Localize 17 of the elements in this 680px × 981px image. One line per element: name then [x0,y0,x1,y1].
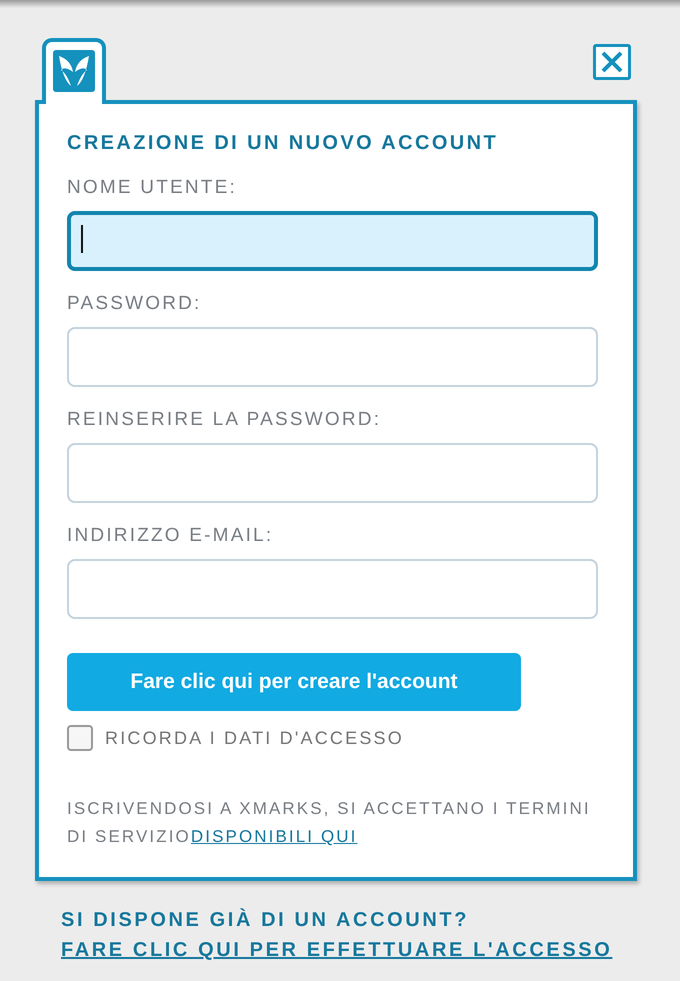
login-link[interactable]: FARE CLIC QUI PER EFFETTUARE L'ACCESSO [61,939,612,961]
terms-link[interactable]: DISPONIBILI QUI [190,827,358,846]
remember-checkbox[interactable] [67,725,93,751]
input-field[interactable] [67,211,598,271]
butterfly-logo-icon [53,50,95,92]
close-button[interactable] [593,44,631,80]
dialog-title: CREAZIONE DI UN NUOVO ACCOUNT [67,132,500,155]
field-label: PASSWORD: [67,293,203,315]
close-icon [600,51,624,73]
field-label: REINSERIRE LA PASSWORD: [67,409,382,431]
text-cursor [81,225,83,253]
login-prompt: SI DISPONE GIÀ DI UN ACCOUNT? FARE CLIC QUI PER EFFETTUARE L'ACCESSO [61,907,614,963]
checkbox-label: RICORDA I DATI D'ACCESSO [105,728,404,748]
field-label: INDIRIZZO E-MAIL: [67,525,274,547]
field-label: NOME UTENTE: [67,177,238,199]
create-account-button[interactable]: Fare clic qui per creare l'account [67,653,521,711]
terms-text: ISCRIVENDOSI A XMARKS, SI ACCETTANO I TERMINI DI SERVIZIO DISPONIBILI QUI [67,798,592,848]
